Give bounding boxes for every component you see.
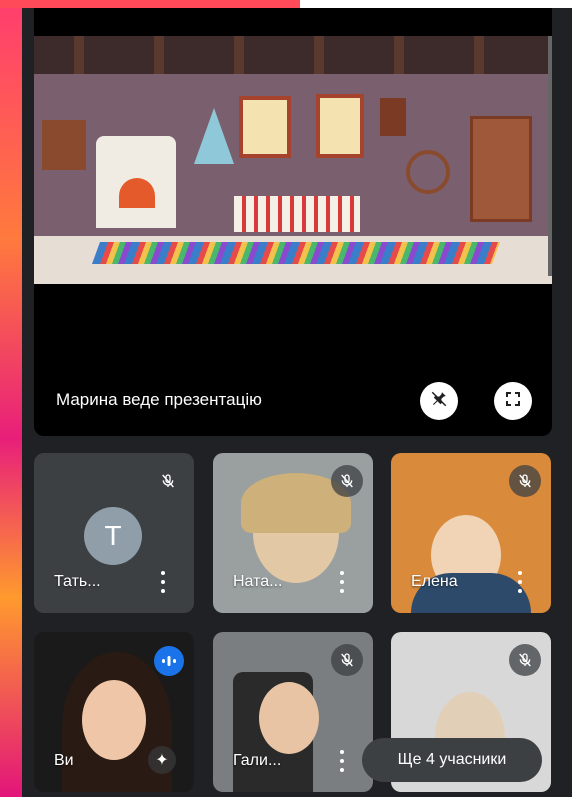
rug — [91, 242, 501, 264]
presenter-label: Марина веде презентацію — [56, 390, 262, 409]
speaking-indicator-icon — [154, 646, 184, 676]
participant-tile[interactable]: Ви ✦ — [34, 632, 194, 792]
cuckoo-clock — [380, 98, 406, 136]
mic-off-icon — [152, 465, 184, 497]
mic-off-icon — [509, 465, 541, 497]
participant-tile[interactable]: Елена — [391, 453, 551, 613]
mic-off-icon — [331, 465, 363, 497]
fullscreen-button[interactable] — [494, 382, 532, 420]
more-options-icon[interactable] — [339, 750, 345, 772]
wallpaper-top — [0, 0, 300, 8]
participant-name: Тать... — [54, 573, 101, 590]
shelf — [42, 120, 86, 170]
participant-tile[interactable]: T Тать... — [34, 453, 194, 613]
sparkle-icon[interactable]: ✦ — [148, 746, 176, 774]
spinning-wheel — [406, 150, 450, 194]
video-feed — [259, 682, 319, 754]
presentation-tile[interactable]: Марина веде презентацію — [34, 8, 552, 436]
door — [470, 116, 532, 222]
video-feed — [82, 680, 146, 760]
shared-slide — [34, 36, 552, 284]
unpin-button[interactable] — [420, 382, 458, 420]
stove-fire — [119, 178, 155, 208]
more-options-icon[interactable] — [160, 571, 166, 593]
participant-tile[interactable]: Ната... — [213, 453, 373, 613]
top-bar — [300, 0, 572, 8]
slide-scrollbar[interactable] — [548, 36, 552, 276]
more-options-icon[interactable] — [517, 571, 523, 593]
slide-ceiling — [34, 36, 552, 74]
window-right — [316, 94, 364, 158]
more-options-icon[interactable] — [339, 571, 345, 593]
dining-table — [234, 196, 360, 232]
wallpaper-edge — [0, 0, 22, 797]
more-participants-button[interactable]: Ще 4 учасники — [362, 738, 542, 782]
participant-name: Елена — [411, 573, 458, 590]
participant-tile[interactable]: Гали... — [213, 632, 373, 792]
participant-name: Гали... — [233, 752, 282, 769]
fullscreen-icon — [505, 391, 521, 412]
participant-name: Ната... — [233, 573, 283, 590]
pin-off-icon — [430, 390, 448, 413]
mic-off-icon — [331, 644, 363, 676]
avatar: T — [84, 507, 142, 565]
participant-name: Ви — [54, 752, 74, 769]
mic-off-icon — [509, 644, 541, 676]
window-left — [239, 96, 291, 158]
